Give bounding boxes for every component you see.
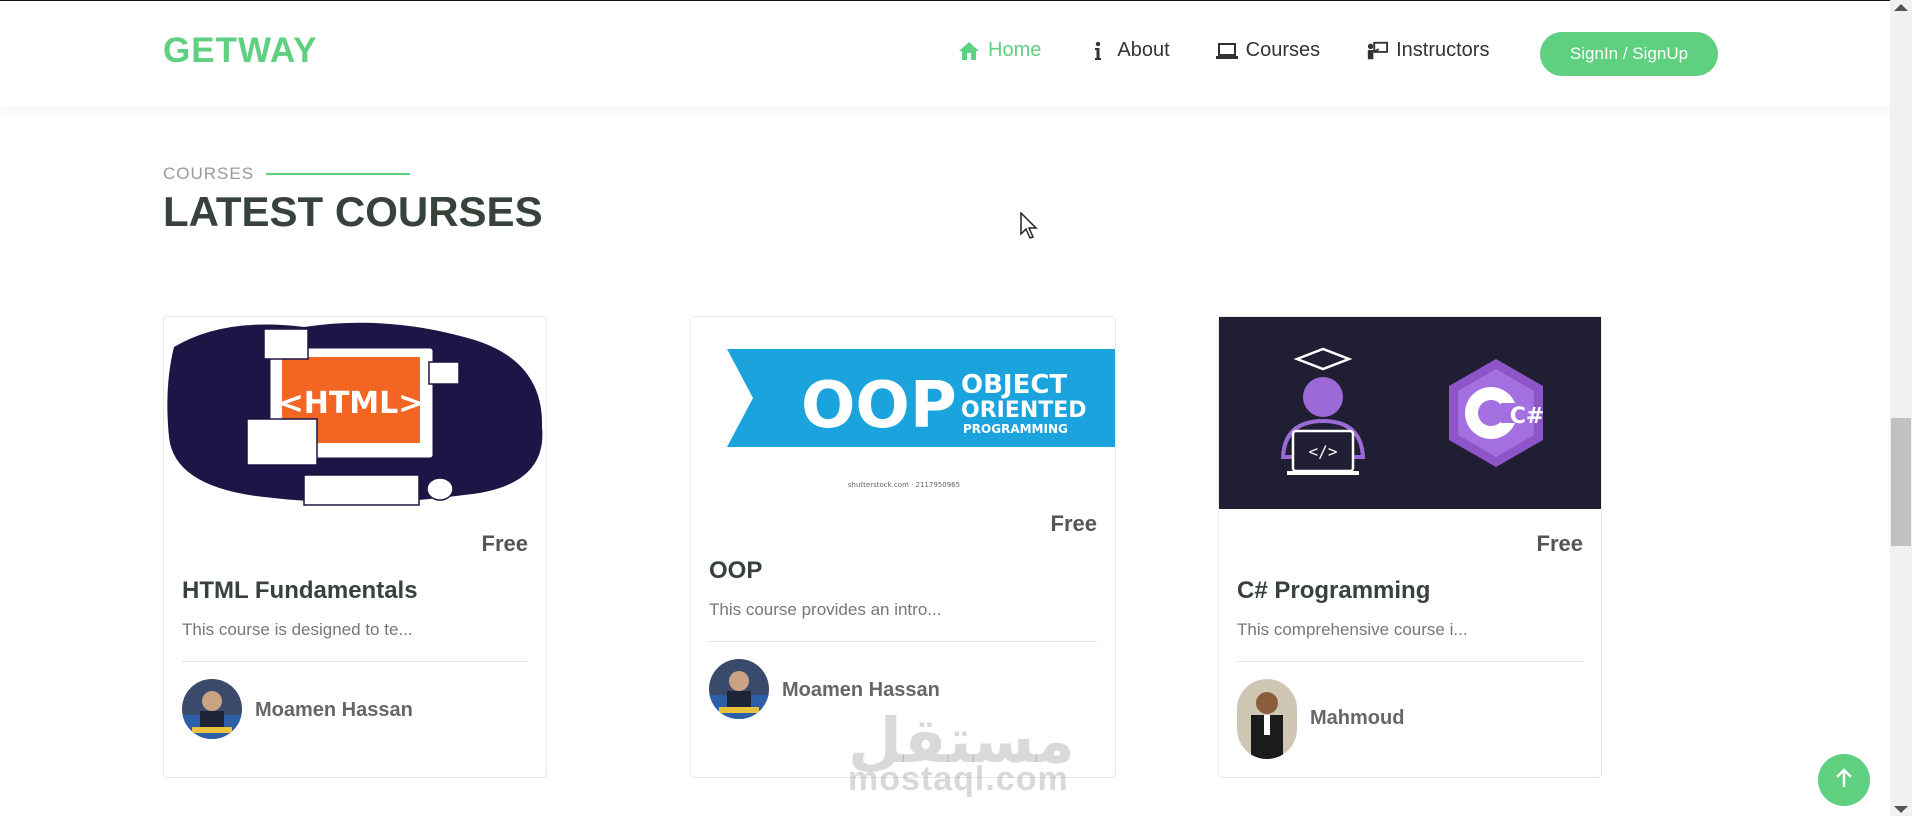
svg-text:</>: </> — [1309, 442, 1338, 461]
scroll-down-arrow-icon[interactable] — [1894, 806, 1908, 813]
oop-image-caption: shutterstock.com · 2117950965 — [848, 481, 960, 489]
arrow-up-icon — [1835, 767, 1853, 793]
home-icon — [958, 40, 980, 62]
instructor-name[interactable]: Mahmoud — [1310, 707, 1404, 730]
course-card-html[interactable]: <HTML> Free HTML Fundamentals This cours… — [163, 316, 547, 778]
oop-image-text: OOP — [801, 369, 957, 443]
oop-image-text-line1: OBJECT — [961, 370, 1067, 400]
section-label-underline — [266, 173, 410, 175]
instructor-name[interactable]: Moamen Hassan — [255, 699, 413, 722]
page-scrollbar[interactable] — [1890, 0, 1912, 816]
site-header: GETWAY Home About Courses Instructors Si… — [0, 1, 1890, 107]
mouse-cursor-icon — [1020, 211, 1040, 245]
course-title[interactable]: OOP — [709, 557, 762, 585]
site-logo[interactable]: GETWAY — [163, 31, 317, 71]
nav-about[interactable]: About — [1087, 39, 1170, 62]
avatar — [1237, 679, 1297, 759]
laptop-icon — [1215, 40, 1238, 62]
course-description: This course is designed to te... — [182, 620, 413, 639]
avatar — [182, 679, 242, 739]
instructor-name[interactable]: Moamen Hassan — [782, 679, 940, 702]
nav-home[interactable]: Home — [958, 39, 1041, 62]
watermark-latin: mostaql.com — [848, 760, 1069, 798]
back-to-top-button[interactable] — [1818, 754, 1870, 806]
section-title: LATEST COURSES — [163, 188, 543, 235]
course-image-html[interactable]: <HTML> — [164, 317, 546, 509]
nav-courses-label: Courses — [1245, 39, 1321, 61]
info-icon — [1087, 40, 1109, 62]
instructor-icon — [1366, 40, 1389, 62]
card-divider — [182, 661, 528, 662]
csharp-image-text: C# — [1510, 404, 1545, 429]
course-price: Free — [1050, 511, 1097, 536]
course-price: Free — [481, 531, 528, 556]
avatar — [709, 659, 769, 719]
course-title[interactable]: C# Programming — [1237, 577, 1430, 605]
course-card-csharp[interactable]: </> C# Free C# Programming This comprehe… — [1218, 316, 1602, 778]
oop-image-text-line2: ORIENTED — [961, 398, 1087, 423]
course-image-oop[interactable]: OOP OBJECT ORIENTED PROGRAMMING shutters… — [691, 317, 1115, 509]
section-label: COURSES — [163, 164, 255, 183]
nav-instructors[interactable]: Instructors — [1366, 39, 1489, 62]
course-description: This comprehensive course i... — [1237, 620, 1468, 639]
main-nav: Home About Courses Instructors — [958, 39, 1535, 62]
course-description: This course provides an intro... — [709, 600, 942, 619]
course-image-csharp[interactable]: </> C# — [1219, 317, 1601, 509]
nav-instructors-label: Instructors — [1396, 39, 1490, 61]
scroll-up-arrow-icon[interactable] — [1894, 4, 1908, 11]
card-divider — [1237, 661, 1583, 662]
nav-about-label: About — [1117, 39, 1170, 61]
course-price: Free — [1536, 531, 1583, 556]
oop-image-text-line3: PROGRAMMING — [963, 422, 1068, 436]
html-image-text: <HTML> — [279, 386, 424, 421]
course-title[interactable]: HTML Fundamentals — [182, 577, 418, 605]
signin-signup-button[interactable]: SignIn / SignUp — [1540, 32, 1718, 76]
nav-home-label: Home — [988, 39, 1042, 61]
card-divider — [709, 641, 1097, 642]
nav-courses[interactable]: Courses — [1215, 39, 1321, 62]
scrollbar-thumb[interactable] — [1891, 418, 1911, 546]
